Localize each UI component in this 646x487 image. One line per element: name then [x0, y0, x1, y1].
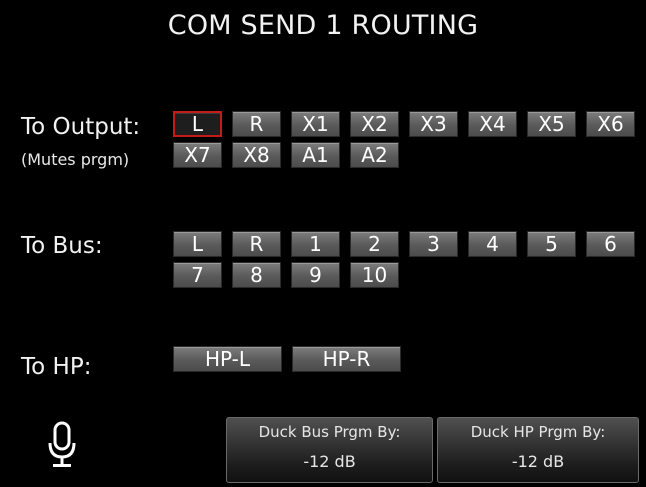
bus-6-button[interactable]: 6: [586, 231, 635, 257]
bus-2-button[interactable]: 2: [350, 231, 399, 257]
output-a2-button[interactable]: A2: [350, 142, 399, 168]
page-title: COM SEND 1 ROUTING: [167, 10, 479, 41]
duck-hp-label: Duck HP Prgm By:: [470, 423, 606, 441]
bus-3-button[interactable]: 3: [409, 231, 458, 257]
output-l-button[interactable]: L: [173, 111, 222, 137]
output-button-grid: L R X1 X2 X3 X4 X5 X6 X7 X8 A1 A2: [173, 111, 635, 168]
bus-7-button[interactable]: 7: [173, 262, 222, 288]
microphone-icon[interactable]: [46, 421, 78, 469]
duck-hp-prgm-button[interactable]: Duck HP Prgm By: -12 dB: [437, 417, 639, 483]
bus-5-button[interactable]: 5: [527, 231, 576, 257]
hp-hp-r-button[interactable]: HP-R: [292, 346, 401, 372]
bus-l-button[interactable]: L: [173, 231, 222, 257]
output-x6-button[interactable]: X6: [586, 111, 635, 137]
to-hp-label: To HP:: [21, 354, 92, 380]
output-a1-button[interactable]: A1: [291, 142, 340, 168]
duck-bus-prgm-button[interactable]: Duck Bus Prgm By: -12 dB: [226, 417, 433, 483]
output-x2-button[interactable]: X2: [350, 111, 399, 137]
output-x4-button[interactable]: X4: [468, 111, 517, 137]
bus-9-button[interactable]: 9: [291, 262, 340, 288]
output-r-button[interactable]: R: [232, 111, 281, 137]
bus-4-button[interactable]: 4: [468, 231, 517, 257]
bus-10-button[interactable]: 10: [350, 262, 399, 288]
mutes-prgm-note: (Mutes prgm): [21, 150, 130, 169]
output-x5-button[interactable]: X5: [527, 111, 576, 137]
duck-bus-label: Duck Bus Prgm By:: [258, 423, 401, 441]
bus-button-grid: L R 1 2 3 4 5 6 7 8 9 10: [173, 231, 635, 288]
output-x1-button[interactable]: X1: [291, 111, 340, 137]
to-bus-label: To Bus:: [21, 233, 103, 259]
duck-hp-value: -12 dB: [511, 452, 565, 471]
output-x3-button[interactable]: X3: [409, 111, 458, 137]
output-x8-button[interactable]: X8: [232, 142, 281, 168]
bus-1-button[interactable]: 1: [291, 231, 340, 257]
duck-bus-value: -12 dB: [303, 452, 356, 471]
bus-8-button[interactable]: 8: [232, 262, 281, 288]
hp-hp-l-button[interactable]: HP-L: [173, 346, 282, 372]
bus-r-button[interactable]: R: [232, 231, 281, 257]
output-x7-button[interactable]: X7: [173, 142, 222, 168]
to-output-label: To Output:: [21, 114, 141, 140]
hp-button-grid: HP-L HP-R: [173, 346, 401, 372]
